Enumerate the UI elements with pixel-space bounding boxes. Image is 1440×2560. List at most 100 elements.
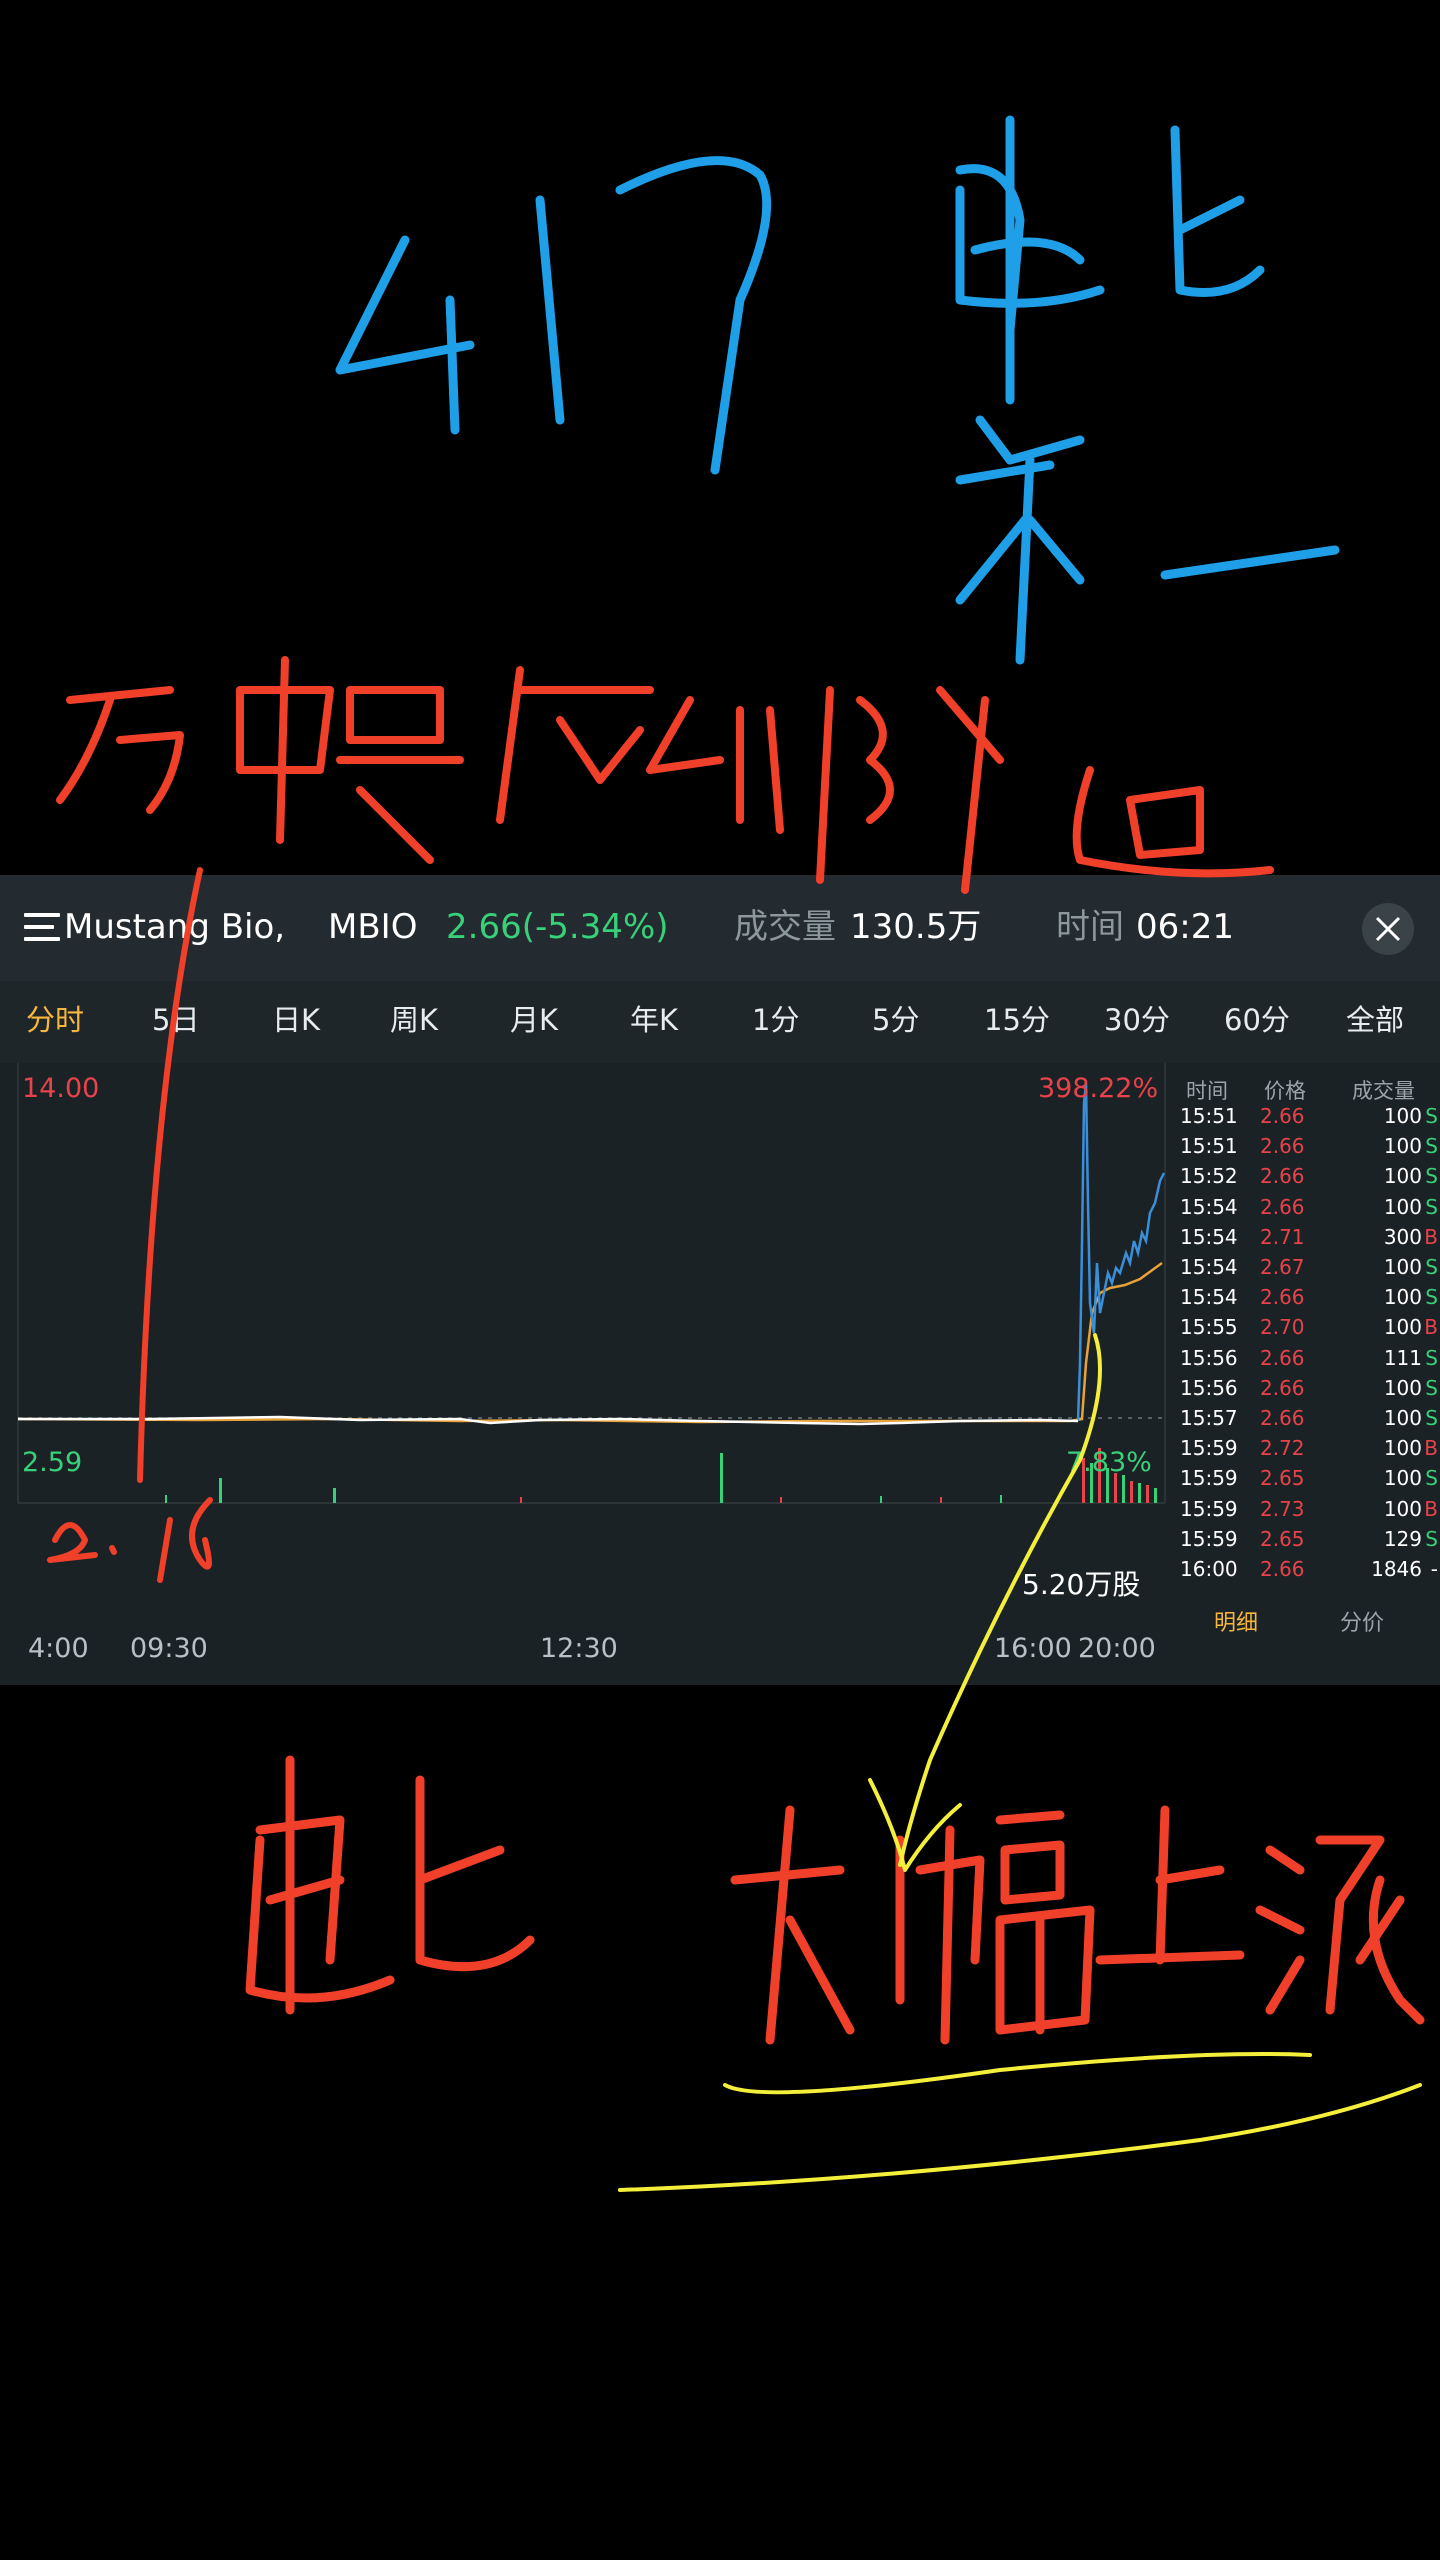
trade-price: 2.66	[1260, 1104, 1305, 1128]
trade-side: S	[1425, 1375, 1438, 1400]
volume-bar	[1154, 1488, 1157, 1503]
tab-trade-detail[interactable]: 明细	[1214, 1605, 1258, 1637]
trade-volume: 100	[1383, 1496, 1422, 1521]
trade-volume: 300	[1383, 1224, 1422, 1249]
trade-price: 2.72	[1260, 1436, 1305, 1461]
trade-time: 15:51	[1180, 1134, 1238, 1159]
trade-time: 15:52	[1180, 1164, 1238, 1189]
volume-bar	[720, 1453, 723, 1503]
trade-side: S	[1425, 1466, 1438, 1491]
trade-time: 15:51	[1180, 1104, 1238, 1128]
tab-day-k[interactable]: 日K	[272, 999, 320, 1041]
trade-side: B	[1424, 1224, 1438, 1249]
volume-bar	[1138, 1483, 1141, 1503]
tab-60min[interactable]: 60分	[1224, 999, 1290, 1041]
trade-volume: 100	[1383, 1255, 1422, 1279]
trade-side: S	[1425, 1104, 1438, 1128]
intraday-chart[interactable]: 14.00 398.22% 2.59 7.83% 5.20万股 4:00 09:…	[0, 1063, 1440, 1685]
price-chart-svg	[17, 1063, 1166, 1504]
trade-price: 2.70	[1260, 1315, 1305, 1340]
max-price-label: 14.00	[22, 1073, 100, 1104]
x-label-open: 09:30	[130, 1633, 208, 1664]
volume-bar	[780, 1497, 782, 1503]
trade-volume: 100	[1383, 1436, 1422, 1461]
trade-side: S	[1425, 1134, 1438, 1159]
volume-bar	[165, 1495, 167, 1503]
close-icon	[1375, 916, 1401, 942]
trade-price: 2.66	[1260, 1557, 1305, 1581]
trade-row: 15:54 2.66 100 S	[1172, 1282, 1440, 1312]
tab-year-k[interactable]: 年K	[630, 999, 678, 1041]
trade-volume: 100	[1383, 1164, 1422, 1189]
trade-side: S	[1425, 1255, 1438, 1279]
tab-5min[interactable]: 5分	[872, 999, 919, 1041]
x-label-afterhours: 20:00	[1078, 1633, 1156, 1664]
trade-list[interactable]: 时间 价格 成交量 15:51 2.66 100 S 15:51 2.66 100 S 15:5…	[1172, 1063, 1440, 1685]
trade-row: 15:54 2.71 300 B	[1172, 1222, 1440, 1252]
trade-row: 15:54 2.66 100 S	[1172, 1192, 1440, 1222]
trade-time: 15:59	[1180, 1436, 1238, 1461]
volume-bars	[165, 1448, 1157, 1503]
trade-volume: 100	[1383, 1406, 1422, 1430]
tab-30min[interactable]: 30分	[1104, 999, 1170, 1041]
trade-row: 15:54 2.67 100 S	[1172, 1252, 1440, 1282]
current-pct-label: 7.83%	[1066, 1447, 1152, 1478]
trade-time: 15:54	[1180, 1285, 1238, 1310]
trade-time: 15:56	[1180, 1345, 1238, 1370]
trade-row: 16:00 2.66 1846-	[1172, 1554, 1440, 1584]
trade-price: 2.71	[1260, 1224, 1305, 1249]
trade-time: 15:54	[1180, 1255, 1238, 1279]
annotation-red-historic-low	[56, 656, 1274, 894]
trade-volume: 100	[1383, 1466, 1422, 1491]
volume-bar	[1130, 1481, 1133, 1503]
volume-label: 成交量	[734, 907, 836, 947]
trade-row: 15:51 2.66 100 S	[1172, 1131, 1440, 1161]
tab-15min[interactable]: 15分	[984, 999, 1050, 1041]
trade-row: 15:57 2.66 100 S	[1172, 1403, 1440, 1433]
trade-row: 15:56 2.66 100 S	[1172, 1373, 1440, 1403]
x-label-premarket: 4:00	[28, 1633, 89, 1664]
close-button[interactable]	[1362, 903, 1414, 955]
trade-volume: 100	[1383, 1134, 1422, 1159]
x-label-midday: 12:30	[540, 1633, 618, 1664]
tab-timeshare[interactable]: 分时	[26, 999, 84, 1041]
volume-bar	[1000, 1495, 1002, 1503]
trade-price: 2.66	[1260, 1345, 1305, 1370]
trade-time: 15:56	[1180, 1375, 1238, 1400]
annotation-red-big-rise	[730, 1805, 1425, 2045]
tab-1min[interactable]: 1分	[752, 999, 799, 1041]
trade-time: 15:54	[1180, 1194, 1238, 1219]
tab-price-distribution[interactable]: 分价	[1340, 1605, 1384, 1637]
annotation-blue-week-first	[955, 115, 1340, 665]
average-price-line	[17, 1261, 1163, 1424]
trade-volume: 100	[1383, 1194, 1422, 1219]
trade-row: 15:52 2.66 100 S	[1172, 1161, 1440, 1191]
trade-time: 15:59	[1180, 1466, 1238, 1491]
trade-volume: 1846	[1371, 1557, 1422, 1581]
trade-price: 2.66	[1260, 1134, 1305, 1159]
menu-icon[interactable]	[24, 913, 60, 943]
trade-row: 15:51 2.66 100 S	[1172, 1101, 1440, 1131]
trade-side: S	[1425, 1526, 1438, 1551]
trade-time: 15:57	[1180, 1406, 1238, 1430]
trade-row: 15:56 2.66 111 S	[1172, 1343, 1440, 1373]
trade-time: 15:55	[1180, 1315, 1238, 1340]
trade-time: 15:59	[1180, 1526, 1238, 1551]
tab-month-k[interactable]: 月K	[510, 999, 558, 1041]
time-value: 06:21	[1136, 907, 1234, 947]
tab-5day[interactable]: 5日	[152, 999, 199, 1041]
trade-price: 2.65	[1260, 1466, 1305, 1491]
trade-row: 15:59 2.65 129 S	[1172, 1524, 1440, 1554]
tab-week-k[interactable]: 周K	[390, 999, 438, 1041]
volume-bar	[940, 1497, 942, 1503]
annotation-red-tuesday	[245, 1755, 535, 2015]
volume-bar	[880, 1496, 882, 1503]
volume-bar	[1122, 1475, 1125, 1503]
trade-side: B	[1424, 1496, 1438, 1521]
max-pct-label: 398.22%	[1038, 1073, 1159, 1104]
trade-price: 2.66	[1260, 1285, 1305, 1310]
quote-panel: Mustang Bio, MBIO 2.66(-5.34%) 成交量 130.5…	[0, 875, 1440, 1685]
trade-price: 2.66	[1260, 1406, 1305, 1430]
volume-readout: 5.20万股	[1022, 1568, 1141, 1601]
tab-all[interactable]: 全部	[1346, 999, 1404, 1041]
